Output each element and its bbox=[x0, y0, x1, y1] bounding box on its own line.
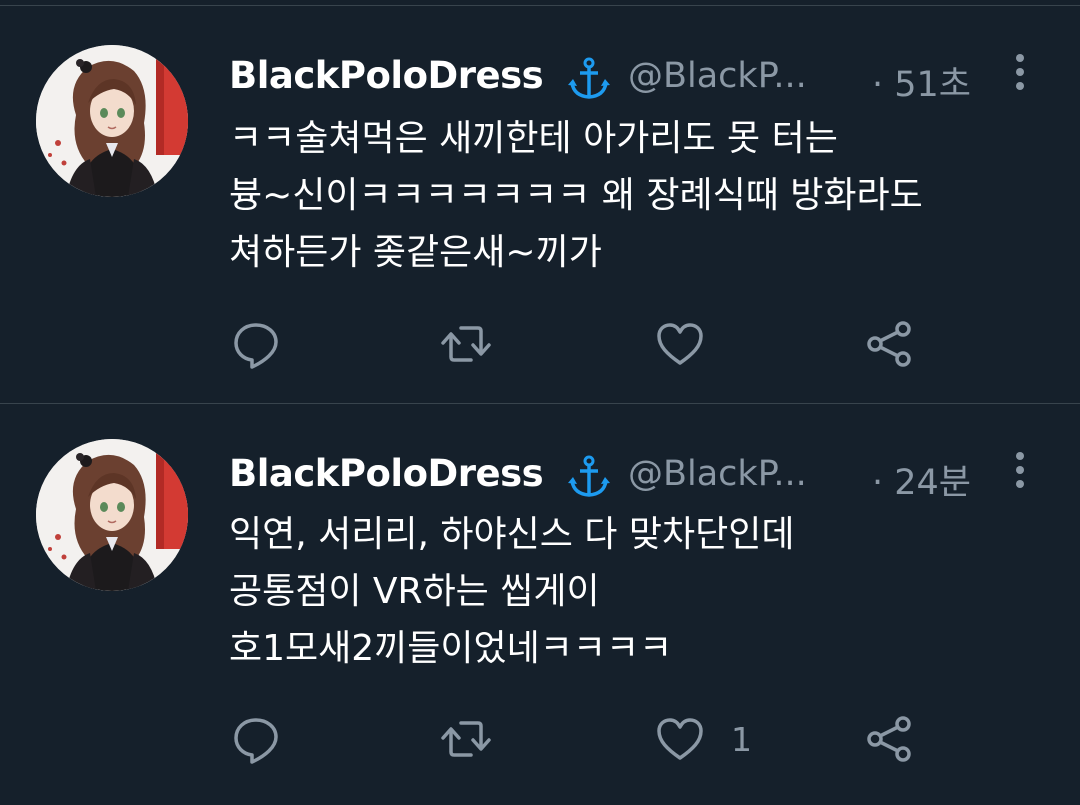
action-bar bbox=[229, 316, 1049, 372]
reply-button[interactable] bbox=[231, 316, 307, 372]
action-bar: 1 bbox=[229, 711, 1049, 767]
like-count: 1 bbox=[731, 719, 752, 759]
avatar[interactable] bbox=[36, 45, 188, 197]
share-button[interactable] bbox=[865, 316, 915, 372]
tweet-header: BlackPoloDress @BlackP... · 51초 bbox=[229, 46, 1080, 106]
avatar[interactable] bbox=[36, 439, 188, 591]
tweet-text: ㅋㅋ술쳐먹은 새끼한테 아가리도 못 터는 븅~신이ㅋㅋㅋㅋㅋㅋㅋ 왜 장례식때… bbox=[229, 110, 1049, 281]
more-icon[interactable] bbox=[1009, 51, 1031, 95]
tweet-text-line: 공통점이 VR하는 씹게이 bbox=[229, 571, 600, 612]
reply-button[interactable] bbox=[231, 711, 307, 767]
like-icon bbox=[657, 718, 703, 760]
share-icon bbox=[867, 716, 911, 762]
retweet-icon bbox=[441, 721, 491, 757]
tweet-text: 익연, 서리리, 하야신스 다 맞차단인데 공통점이 VR하는 씹게이 호1모새… bbox=[229, 506, 1049, 677]
timeline: BlackPoloDress @BlackP... · 51초 ㅋㅋ술쳐먹은 새… bbox=[0, 0, 1080, 805]
display-name[interactable]: BlackPoloDress bbox=[229, 452, 544, 495]
tweet[interactable]: BlackPoloDress @BlackP... · 51초 ㅋㅋ술쳐먹은 새… bbox=[0, 6, 1080, 403]
reply-icon bbox=[234, 718, 278, 764]
retweet-button[interactable] bbox=[441, 316, 517, 372]
reply-icon bbox=[234, 323, 278, 369]
retweet-icon bbox=[441, 326, 491, 362]
more-icon[interactable] bbox=[1009, 449, 1031, 493]
tweet-text-line: ㅋㅋ술쳐먹은 새끼한테 아가리도 못 터는 bbox=[229, 118, 838, 159]
handle[interactable]: @BlackP... bbox=[628, 56, 807, 96]
retweet-button[interactable] bbox=[441, 711, 517, 767]
timestamp[interactable]: · 24분 bbox=[872, 454, 971, 505]
like-button[interactable]: 1 bbox=[655, 711, 752, 767]
tweet-text-line: 븅~신이ㅋㅋㅋㅋㅋㅋㅋ 왜 장례식때 방화라도 bbox=[229, 175, 923, 216]
timestamp[interactable]: · 51초 bbox=[872, 56, 971, 107]
anchor-icon bbox=[568, 455, 610, 497]
handle[interactable]: @BlackP... bbox=[628, 454, 807, 494]
tweet-text-line: 쳐하든가 좆같은새~끼가 bbox=[229, 232, 602, 273]
tweet-header: BlackPoloDress @BlackP... · 24분 bbox=[229, 444, 1080, 504]
share-icon bbox=[867, 321, 911, 367]
display-name[interactable]: BlackPoloDress bbox=[229, 54, 544, 97]
tweet-text-line: 익연, 서리리, 하야신스 다 맞차단인데 bbox=[229, 514, 795, 555]
like-icon bbox=[657, 323, 703, 365]
anchor-icon bbox=[568, 57, 610, 99]
share-button[interactable] bbox=[865, 711, 915, 767]
like-button[interactable] bbox=[655, 316, 731, 372]
tweet-text-line: 호1모새2끼들이었네ㅋㅋㅋㅋ bbox=[229, 628, 673, 669]
tweet[interactable]: BlackPoloDress @BlackP... · 24분 익연, 서리리,… bbox=[0, 404, 1080, 805]
